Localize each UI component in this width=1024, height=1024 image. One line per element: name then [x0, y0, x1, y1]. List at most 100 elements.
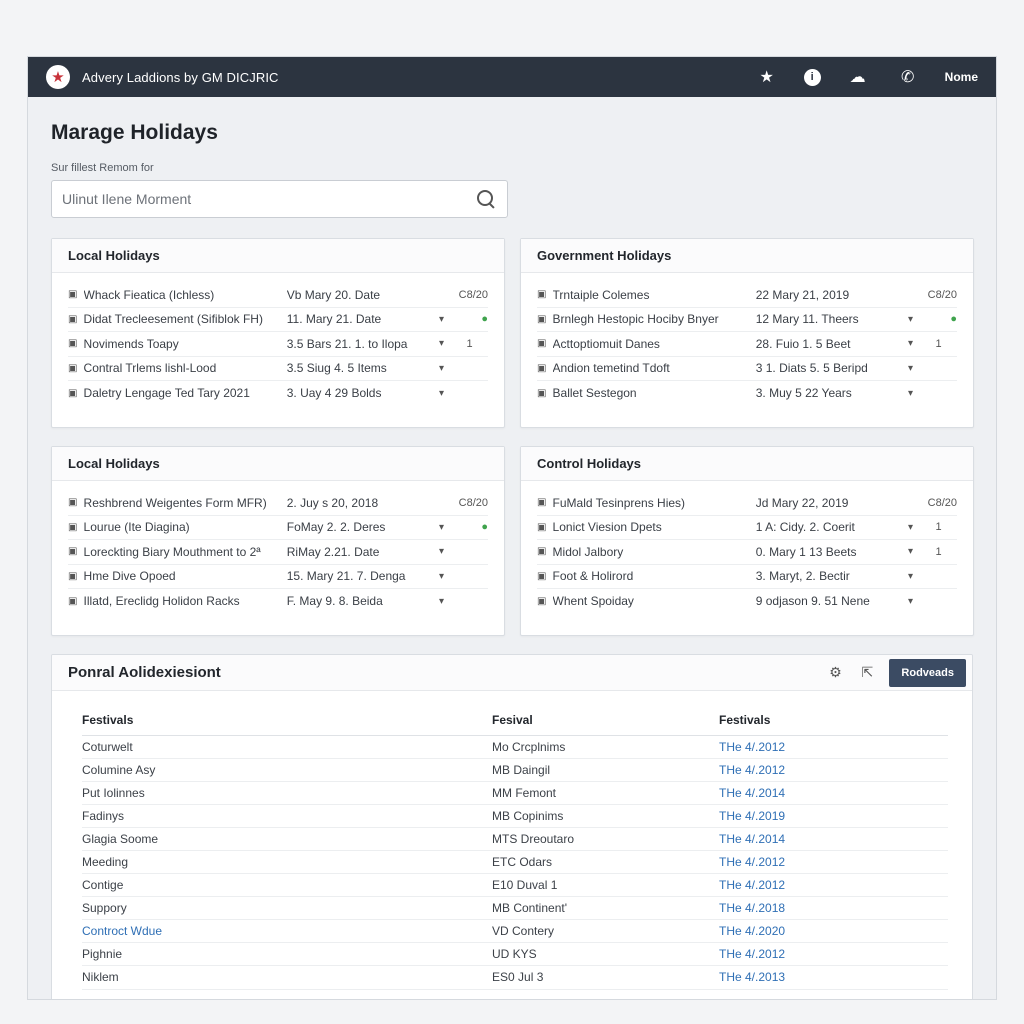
- chevron-down-icon[interactable]: ▾: [901, 522, 920, 533]
- table-row[interactable]: Coturwelt Mo Crcplnims THe 4/.2012: [82, 735, 948, 759]
- status-badge: 1: [935, 545, 942, 558]
- chevron-down-icon[interactable]: ▾: [432, 363, 451, 374]
- festival-date-link[interactable]: THe 4/.2018: [719, 896, 948, 921]
- user-name[interactable]: Nome: [945, 70, 978, 84]
- list-item[interactable]: ▣ Lonict Viesion Dpets 1 A: Cidy. 2. Coeri…: [537, 516, 957, 540]
- holiday-date: FoMay 2. 2. Deres: [286, 520, 386, 535]
- chevron-down-icon[interactable]: ▾: [432, 314, 451, 325]
- list-item[interactable]: ▣ Illatd, Ereclidg Holidon Racks F. May 9.…: [68, 589, 488, 614]
- festival-date-link[interactable]: THe 4/.2014: [719, 827, 948, 851]
- list-item[interactable]: ▣ Ballet Sestegon 3. Muy 5 22 Years ▾: [537, 381, 957, 406]
- column-header[interactable]: Festivals: [82, 705, 492, 736]
- table-row[interactable]: Fadinys MB Copinims THe 4/.2019: [82, 804, 948, 828]
- festival-name: Coturwelt: [82, 735, 492, 759]
- table-row[interactable]: Contige E10 Duval 1 THe 4/.2012: [82, 873, 948, 898]
- settings-icon[interactable]: ⚙: [825, 663, 845, 683]
- table-row[interactable]: Suppory MB Continent' THe 4/.2018: [82, 896, 948, 921]
- list-item[interactable]: ▣ Contral Trlems lishl-Lood 3.5 Siug 4. 5 …: [68, 357, 488, 381]
- chevron-down-icon[interactable]: ▾: [901, 546, 920, 557]
- status-badge: C8/20: [458, 496, 488, 509]
- chevron-down-icon[interactable]: ▾: [901, 388, 920, 399]
- festival-date-link[interactable]: THe 4/.2012: [719, 758, 948, 782]
- list-item[interactable]: ▣ Midol Jalbory 0. Mary 1 13 Beets ▾ 1: [537, 540, 957, 565]
- holiday-date: 3. Maryt, 2. Bectir: [755, 569, 850, 584]
- export-icon[interactable]: ⇱: [857, 663, 877, 683]
- festival-date-link[interactable]: THe 4/.2019: [719, 804, 948, 828]
- rodveads-button[interactable]: Rodveads: [889, 658, 966, 687]
- chevron-down-icon[interactable]: ▾: [432, 388, 451, 399]
- table-row[interactable]: Pighnie UD KYS THe 4/.2012: [82, 942, 948, 967]
- chevron-down-icon[interactable]: ▾: [432, 571, 451, 582]
- holiday-date: 0. Mary 1 13 Beets: [755, 544, 857, 559]
- festival-name[interactable]: Controct Wdue: [82, 919, 492, 944]
- festival-date-link[interactable]: THe 4/.2012: [719, 942, 948, 967]
- star-icon[interactable]: ★: [754, 67, 780, 87]
- list-item[interactable]: ▣ FuMald Tesinprens Hies) Jd Mary 22, 2019…: [537, 491, 957, 516]
- list-item[interactable]: ▣ Didat Trecleesement (Sifiblok FH) 11. Ma…: [68, 308, 488, 332]
- festival-code: MM Femont: [492, 781, 719, 805]
- festival-date-link[interactable]: THe 4/.2012: [719, 735, 948, 759]
- list-item[interactable]: ▣ Whack Fieatica (Ichless) Vb Mary 20. Dat…: [68, 283, 488, 308]
- column-header[interactable]: Fesival: [492, 705, 719, 736]
- search-input[interactable]: [62, 191, 475, 207]
- list-item[interactable]: ▣ Acttoptiomuit Danes 28. Fuio 1. 5 Beet ▾ 1: [537, 332, 957, 357]
- table-row[interactable]: Niklem ES0 Jul 3 THe 4/.2013: [82, 965, 948, 990]
- list-item[interactable]: ▣ Reshbrend Weigentes Form MFR) 2. Juy s 2…: [68, 491, 488, 516]
- list-item[interactable]: ▣ Foot & Holirord 3. Maryt, 2. Bectir ▾: [537, 565, 957, 589]
- festival-date-link[interactable]: THe 4/.2012: [719, 850, 948, 875]
- festival-code: MB Copinims: [492, 804, 719, 828]
- app-window: ★ Advery Laddions by GM DICJRIC ★ i ☁ ✆ …: [27, 56, 997, 1000]
- holiday-panel: Local Holidays ▣ Whack Fieatica (Ichless) V…: [51, 238, 505, 428]
- status-badge: 1: [935, 521, 942, 534]
- column-header[interactable]: Festivals: [719, 705, 948, 736]
- search-icon[interactable]: [475, 188, 497, 210]
- list-item[interactable]: ▣ Whent Spoiday 9 odjason 9. 51 Nene ▾: [537, 589, 957, 614]
- chevron-down-icon[interactable]: ▾: [432, 596, 451, 607]
- festival-code: VD Contery: [492, 919, 719, 944]
- table-row[interactable]: Meeding ETC Odars THe 4/.2012: [82, 850, 948, 875]
- calendar-icon: ▣: [537, 546, 547, 558]
- chevron-down-icon[interactable]: ▾: [432, 338, 451, 349]
- festival-date-link[interactable]: THe 4/.2012: [719, 873, 948, 898]
- festival-date-link[interactable]: THe 4/.2020: [719, 919, 948, 944]
- list-item[interactable]: ▣ Daletry Lengage Ted Tary 2021 3. Uay 4 2…: [68, 381, 488, 406]
- list-item[interactable]: ▣ Andion temetind Tdoft 3 1. Diats 5. 5 Be…: [537, 357, 957, 381]
- list-item[interactable]: ▣ Novimends Toapy 3.5 Bars 21. 1. to Ilopa…: [68, 332, 488, 357]
- holiday-date: 3. Muy 5 22 Years: [755, 386, 852, 401]
- festival-date-link[interactable]: THe 4/.2013: [719, 965, 948, 990]
- holiday-name: Loreckting Biary Mouthment to 2ª: [83, 544, 261, 559]
- holiday-name: Whent Spoiday: [552, 594, 634, 609]
- festival-code: MTS Dreoutaro: [492, 827, 719, 851]
- chevron-down-icon[interactable]: ▾: [901, 338, 920, 349]
- holiday-name: Didat Trecleesement (Sifiblok FH): [83, 312, 263, 327]
- chevron-down-icon[interactable]: ▾: [901, 314, 920, 325]
- list-item[interactable]: ▣ Brnlegh Hestopic Hociby Bnyer 12 Mary 11…: [537, 308, 957, 332]
- list-item[interactable]: ▣ Hme Dive Opoed 15. Mary 21. 7. Denga ▾: [68, 565, 488, 589]
- holiday-name: Lonict Viesion Dpets: [552, 520, 662, 535]
- star-logo-icon: ★: [46, 65, 70, 89]
- cloud-icon[interactable]: ☁: [845, 67, 871, 87]
- chevron-down-icon[interactable]: ▾: [432, 522, 451, 533]
- status-badge: ●: [950, 313, 957, 326]
- calendar-icon: ▣: [537, 289, 547, 301]
- table-row[interactable]: Put Iolinnes MM Femont THe 4/.2014: [82, 781, 948, 805]
- table-row[interactable]: Glagia Soome MTS Dreoutaro THe 4/.2014: [82, 827, 948, 851]
- calendar-icon: ▣: [537, 570, 547, 582]
- calendar-icon: ▣: [537, 497, 547, 509]
- holiday-name: Reshbrend Weigentes Form MFR): [83, 495, 267, 510]
- table-row[interactable]: Controct Wdue VD Contery THe 4/.2020: [82, 919, 948, 944]
- info-icon[interactable]: i: [803, 68, 821, 86]
- calendar-icon: ▣: [68, 387, 78, 399]
- table-row[interactable]: Columine Asy MB Daingil THe 4/.2012: [82, 758, 948, 782]
- chevron-down-icon[interactable]: ▾: [432, 546, 451, 557]
- phone-icon[interactable]: ✆: [895, 67, 921, 87]
- list-item[interactable]: ▣ Lourue (Ite Diagina) FoMay 2. 2. Deres ▾ ●: [68, 516, 488, 540]
- festival-date-link[interactable]: THe 4/.2014: [719, 781, 948, 805]
- festival-name: Suppory: [82, 896, 492, 921]
- list-item[interactable]: ▣ Trntaiple Colemes 22 Mary 21, 2019 C8/20: [537, 283, 957, 308]
- chevron-down-icon[interactable]: ▾: [901, 571, 920, 582]
- chevron-down-icon[interactable]: ▾: [901, 363, 920, 374]
- chevron-down-icon[interactable]: ▾: [901, 596, 920, 607]
- panel-title: Government Holidays: [521, 239, 973, 273]
- list-item[interactable]: ▣ Loreckting Biary Mouthment to 2ª RiMay 2…: [68, 540, 488, 565]
